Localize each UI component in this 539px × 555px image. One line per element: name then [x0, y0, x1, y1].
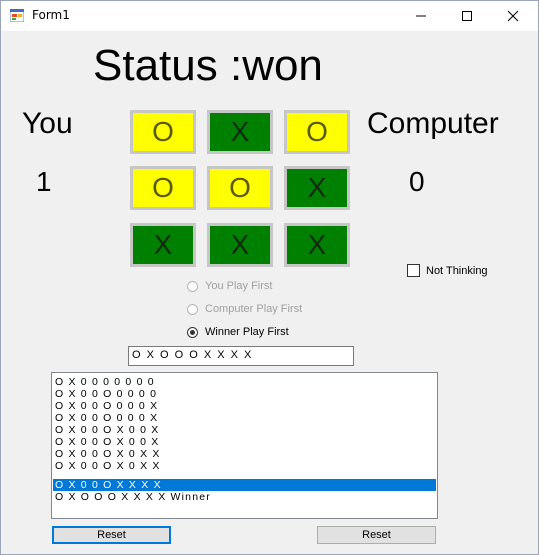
- list-item[interactable]: O X 0 0 O 0 0 0 X: [53, 412, 436, 424]
- you-label: You: [22, 107, 73, 140]
- list-item[interactable]: O X 0 0 O X 0 0 X: [53, 424, 436, 436]
- list-item[interactable]: O X 0 0 O 0 0 0 X: [53, 400, 436, 412]
- close-button[interactable]: [490, 1, 536, 31]
- list-item[interactable]: O X 0 0 O X 0 X X: [53, 460, 436, 472]
- board-cell-8[interactable]: X: [207, 223, 273, 267]
- list-item[interactable]: O X 0 0 0 0 0 0 0: [53, 376, 436, 388]
- main-window: Form1 Status :won You Computer 1 0 O X O…: [0, 0, 539, 555]
- sequence-textbox[interactable]: O X O O O X X X X: [128, 346, 354, 366]
- radio-you-play-first[interactable]: You Play First: [187, 280, 272, 292]
- list-item[interactable]: O X 0 0 O X 0 X X: [53, 448, 436, 460]
- title-bar[interactable]: Form1: [1, 1, 538, 31]
- maximize-button[interactable]: [444, 1, 490, 31]
- minimize-button[interactable]: [398, 1, 444, 31]
- maximize-icon: [462, 11, 472, 21]
- reset-button-left[interactable]: Reset: [52, 526, 171, 544]
- board-cell-2[interactable]: X: [207, 110, 273, 154]
- radio-dot[interactable]: [187, 303, 198, 315]
- checkbox-box[interactable]: [407, 264, 420, 277]
- board-cell-9[interactable]: X: [284, 223, 350, 267]
- radio-label: Winner Play First: [205, 326, 289, 338]
- list-item-selected[interactable]: O X 0 0 O X X X X: [53, 479, 436, 491]
- window-title: Form1: [32, 8, 70, 22]
- close-icon: [507, 10, 519, 22]
- list-item[interactable]: O X O O O X X X X Winner: [53, 491, 436, 503]
- board-cell-6[interactable]: X: [284, 166, 350, 210]
- board-cell-4[interactable]: O: [130, 166, 196, 210]
- not-thinking-label: Not Thinking: [426, 264, 488, 277]
- status-label: Status :won: [93, 41, 323, 90]
- you-score: 1: [36, 166, 52, 197]
- minimize-icon: [416, 15, 426, 17]
- radio-computer-play-first[interactable]: Computer Play First: [187, 303, 302, 315]
- not-thinking-checkbox[interactable]: Not Thinking: [407, 264, 488, 277]
- computer-score: 0: [409, 166, 425, 197]
- radio-label: Computer Play First: [205, 303, 303, 315]
- radio-label: You Play First: [205, 280, 273, 292]
- reset-button-right[interactable]: Reset: [317, 526, 436, 544]
- radio-dot[interactable]: [187, 280, 198, 292]
- history-listbox[interactable]: O X 0 0 0 0 0 0 0 O X 0 0 O 0 0 0 0 O X …: [51, 372, 438, 519]
- board-cell-5[interactable]: O: [207, 166, 273, 210]
- board-cell-3[interactable]: O: [284, 110, 350, 154]
- board-cell-7[interactable]: X: [130, 223, 196, 267]
- board-cell-1[interactable]: O: [130, 110, 196, 154]
- radio-dot[interactable]: [187, 326, 198, 338]
- list-item[interactable]: O X 0 0 O 0 0 0 0: [53, 388, 436, 400]
- computer-label: Computer: [367, 107, 499, 140]
- radio-winner-play-first[interactable]: Winner Play First: [187, 326, 289, 338]
- list-item[interactable]: O X 0 0 O X 0 0 X: [53, 436, 436, 448]
- winforms-app-icon: [10, 9, 24, 22]
